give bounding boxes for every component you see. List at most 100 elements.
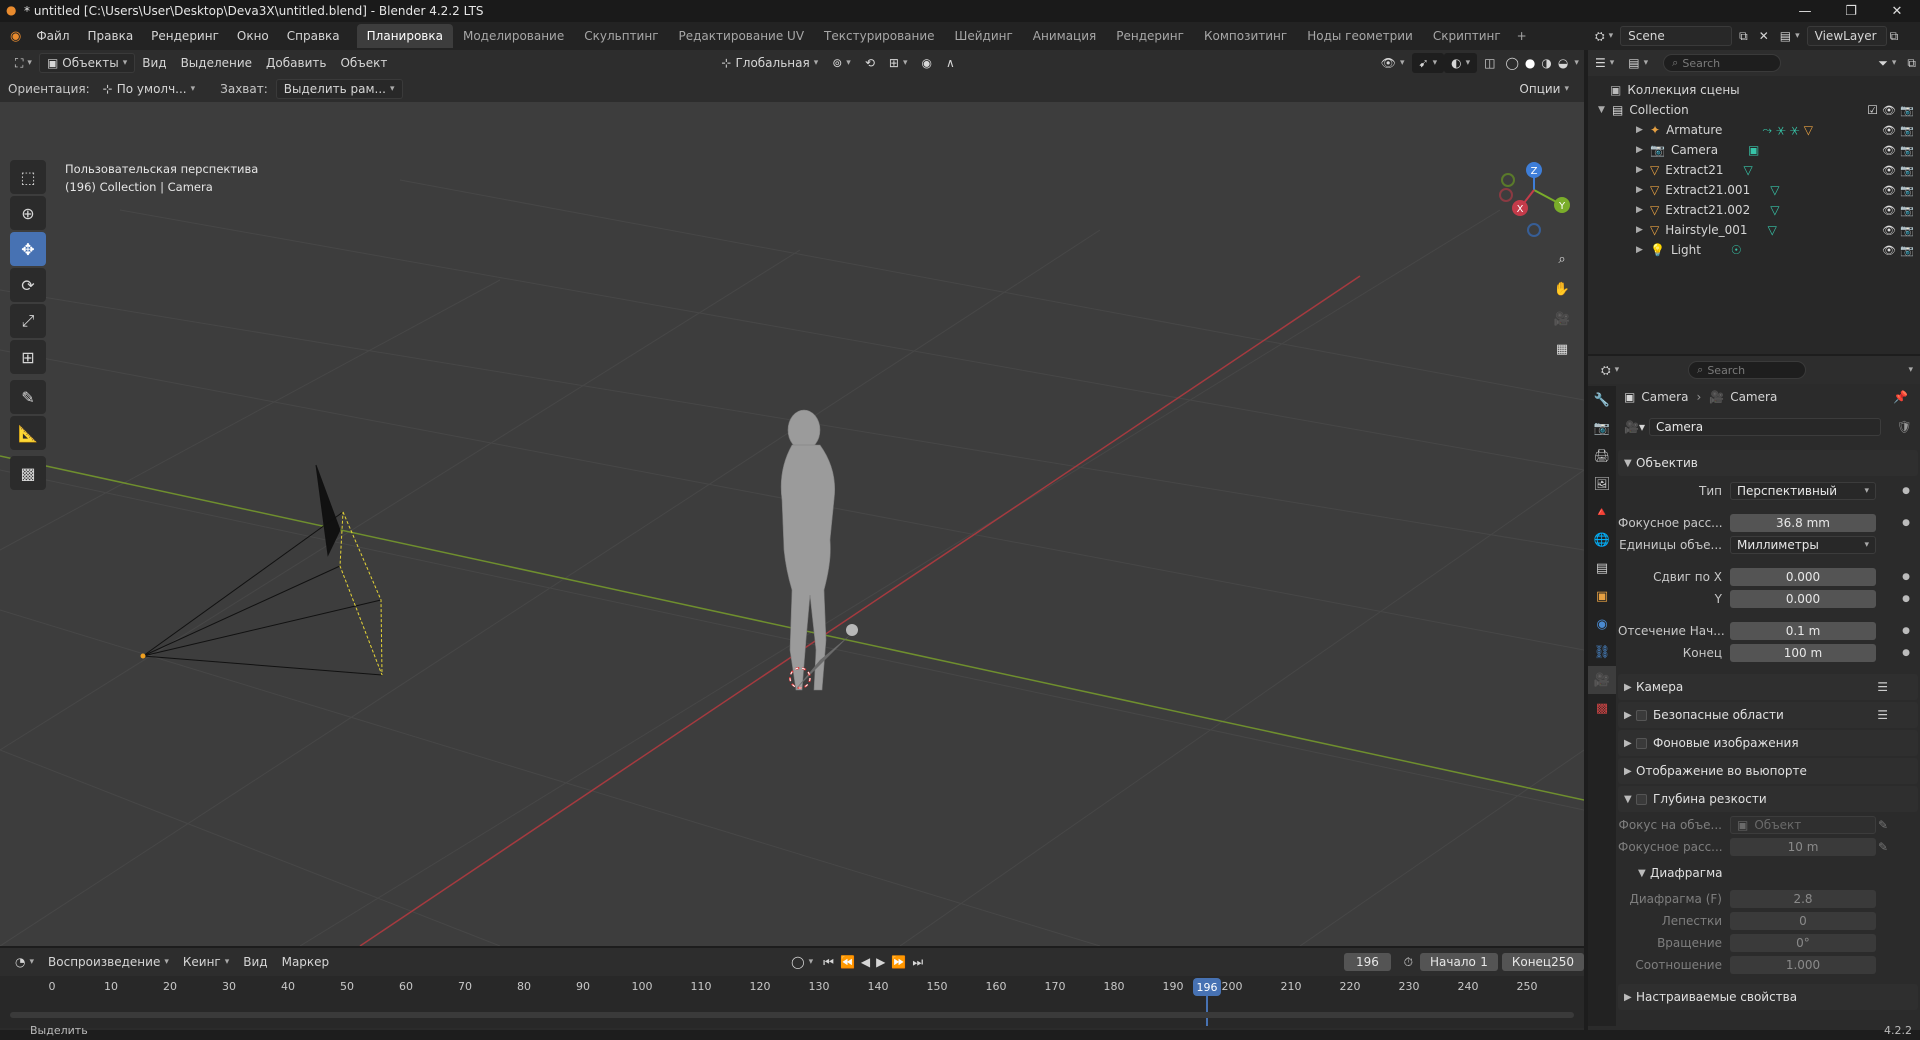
transform-tool-icon[interactable]: ⊞: [10, 340, 46, 374]
type-dropdown[interactable]: Перспективный ▾: [1730, 482, 1876, 500]
tab-scripting[interactable]: Скриптинг: [1423, 24, 1511, 48]
collection-checkbox[interactable]: ☑: [1867, 103, 1878, 117]
animate-dot[interactable]: ●: [1902, 626, 1910, 636]
depth-of-field-section-header[interactable]: ▼ Глубина резкости: [1618, 786, 1918, 812]
render-camera-icon[interactable]: 📷: [1900, 204, 1914, 217]
close-button[interactable]: ✕: [1874, 0, 1920, 22]
falloff-icon[interactable]: ∧: [939, 53, 962, 73]
tab-compositing[interactable]: Композитинг: [1194, 24, 1297, 48]
xray-toggle-icon[interactable]: ◫: [1477, 53, 1502, 73]
menu-window[interactable]: Окно: [228, 29, 278, 43]
world-tab-icon[interactable]: 🌐: [1588, 526, 1616, 554]
move-tool-icon[interactable]: ✥: [10, 232, 46, 266]
expand-arrow-icon[interactable]: ▶: [1636, 225, 1643, 235]
properties-options-icon[interactable]: ▾: [1901, 360, 1920, 380]
play-icon[interactable]: ▶: [873, 952, 888, 972]
timeline-ruler[interactable]: 0 10 20 30 40 50 60 70 80 90 100 110 120 130 140 150 160…: [0, 976, 1584, 1028]
pivot-point-icon[interactable]: ⊚ ▾: [825, 53, 858, 73]
viewlayer-field[interactable]: ViewLayer: [1806, 26, 1887, 46]
focus-object-field[interactable]: ▣ Объект: [1730, 816, 1876, 834]
expand-arrow-icon[interactable]: ▼: [1598, 105, 1612, 115]
display-mode-icon[interactable]: ▤ ▾: [1621, 53, 1655, 73]
new-collection-icon[interactable]: ⧉: [1903, 53, 1920, 73]
prev-keyframe-icon[interactable]: ⏪: [837, 952, 858, 972]
blender-menu-icon[interactable]: ◉: [10, 29, 21, 44]
menu-file[interactable]: Файл: [27, 29, 78, 43]
timeline-view-menu[interactable]: Вид: [236, 952, 274, 972]
tab-geometry-nodes[interactable]: Ноды геометрии: [1297, 24, 1423, 48]
outliner-search-input[interactable]: ⌕ Search: [1663, 54, 1782, 72]
add-workspace-button[interactable]: +: [1511, 24, 1533, 48]
camera-data-browse-icon[interactable]: 🎥▾: [1624, 420, 1645, 434]
keying-menu[interactable]: Кеинг ▾: [176, 952, 236, 972]
scale-tool-icon[interactable]: ⤢: [10, 304, 46, 338]
maximize-button[interactable]: ❐: [1828, 0, 1874, 22]
expand-arrow-icon[interactable]: ▶: [1636, 185, 1643, 195]
presets-icon[interactable]: ☰: [1877, 708, 1888, 722]
tool-tab-icon[interactable]: 🔧: [1588, 386, 1616, 414]
focus-distance-field[interactable]: 10 m: [1730, 838, 1876, 856]
next-keyframe-icon[interactable]: ⏩: [888, 952, 909, 972]
camera-section-header[interactable]: ▶ Камера ☰: [1618, 674, 1918, 700]
play-reverse-icon[interactable]: ◀: [858, 952, 873, 972]
lens-section-header[interactable]: ▼ Объектив: [1618, 450, 1918, 476]
snap-target-icon[interactable]: ⊞ ▾: [882, 53, 915, 73]
rotation-field[interactable]: 0°: [1730, 934, 1876, 952]
current-frame-field[interactable]: 196: [1344, 953, 1391, 971]
outliner-item-armature[interactable]: ▶ ✦ Armature ⤳ ⚹ ⚹ ▽ 👁 📷: [1588, 120, 1920, 140]
outliner-item-extract21-001[interactable]: ▶ ▽ Extract21.001 ▽ 👁 📷: [1588, 180, 1920, 200]
playback-menu[interactable]: Воспроизведение ▾: [41, 952, 176, 972]
snap-dropdown[interactable]: Выделить рам... ▾: [275, 79, 403, 99]
focal-length-field[interactable]: 36.8 mm: [1730, 514, 1876, 532]
eyedropper-icon[interactable]: ✎: [1878, 840, 1888, 854]
animate-dot[interactable]: ●: [1902, 572, 1910, 582]
render-camera-icon[interactable]: 📷: [1900, 144, 1914, 157]
material-shading-icon[interactable]: ◑: [1538, 53, 1554, 73]
tab-shading[interactable]: Шейдинг: [945, 24, 1023, 48]
expand-arrow-icon[interactable]: ▶: [1636, 205, 1643, 215]
jump-end-icon[interactable]: ⏭: [909, 952, 926, 972]
background-images-checkbox[interactable]: [1636, 737, 1647, 749]
remove-scene-icon[interactable]: ✕: [1755, 26, 1773, 46]
tab-sculpting[interactable]: Скульптинг: [574, 24, 668, 48]
collection-tab-icon[interactable]: ▤: [1588, 554, 1616, 582]
playhead-frame-indicator[interactable]: 196: [1193, 978, 1221, 996]
viewport-display-section-header[interactable]: ▶ Отображение во вьюпорте: [1618, 758, 1918, 784]
tab-texture-paint[interactable]: Текстурирование: [814, 24, 944, 48]
pan-hand-icon[interactable]: ✋: [1548, 275, 1576, 303]
rotate-tool-icon[interactable]: ⟳: [10, 268, 46, 302]
properties-editor-type-icon[interactable]: ⛭ ▾: [1594, 360, 1626, 380]
timeline-editor-type-icon[interactable]: ◔ ▾: [8, 952, 41, 972]
outliner-item-extract21-002[interactable]: ▶ ▽ Extract21.002 ▽ 👁 📷: [1588, 200, 1920, 220]
physics-tab-icon[interactable]: ◉: [1588, 610, 1616, 638]
outliner-item-camera[interactable]: ▶ 📷 Camera ▣ 👁 📷: [1588, 140, 1920, 160]
menu-help[interactable]: Справка: [278, 29, 349, 43]
visibility-eye-icon[interactable]: 👁: [1882, 124, 1896, 137]
options-dropdown[interactable]: Опции ▾: [1512, 79, 1576, 99]
marker-menu[interactable]: Маркер: [275, 952, 337, 972]
solid-shading-icon[interactable]: ●: [1522, 53, 1538, 73]
fake-user-icon[interactable]: 🛡: [1897, 420, 1912, 434]
new-scene-icon[interactable]: ⧉: [1732, 26, 1755, 46]
outliner-item-light[interactable]: ▶ 💡 Light ☉ 👁 📷: [1588, 240, 1920, 260]
render-tab-icon[interactable]: 📷: [1588, 414, 1616, 442]
background-images-section-header[interactable]: ▶ Фоновые изображения: [1618, 730, 1918, 756]
perspective-toggle-icon[interactable]: ▦: [1548, 335, 1576, 363]
shift-y-field[interactable]: 0.000: [1730, 590, 1876, 608]
scene-tab-icon[interactable]: 🔺: [1588, 498, 1616, 526]
expand-arrow-icon[interactable]: ▶: [1636, 165, 1643, 175]
datablock-name-field[interactable]: Camera: [1648, 418, 1881, 436]
clip-end-field[interactable]: 100 m: [1730, 644, 1876, 662]
tab-uv-editing[interactable]: Редактирование UV: [669, 24, 815, 48]
menu-add[interactable]: Добавить: [259, 53, 333, 73]
clip-start-field[interactable]: 0.1 m: [1730, 622, 1876, 640]
visibility-eye-icon[interactable]: 👁: [1882, 224, 1896, 237]
wireframe-shading-icon[interactable]: ◯: [1502, 53, 1521, 73]
filter-icon[interactable]: ⏷ ▾: [1871, 53, 1903, 73]
animate-dot[interactable]: ●: [1902, 518, 1910, 528]
orientation-dropdown[interactable]: ⊹ По умолч... ▾: [96, 79, 202, 99]
tab-layout[interactable]: Планировка: [356, 24, 453, 48]
menu-object[interactable]: Объект: [333, 53, 394, 73]
visibility-eye-icon[interactable]: 👁: [1882, 144, 1896, 157]
visibility-eye-icon[interactable]: 👁: [1882, 164, 1896, 177]
